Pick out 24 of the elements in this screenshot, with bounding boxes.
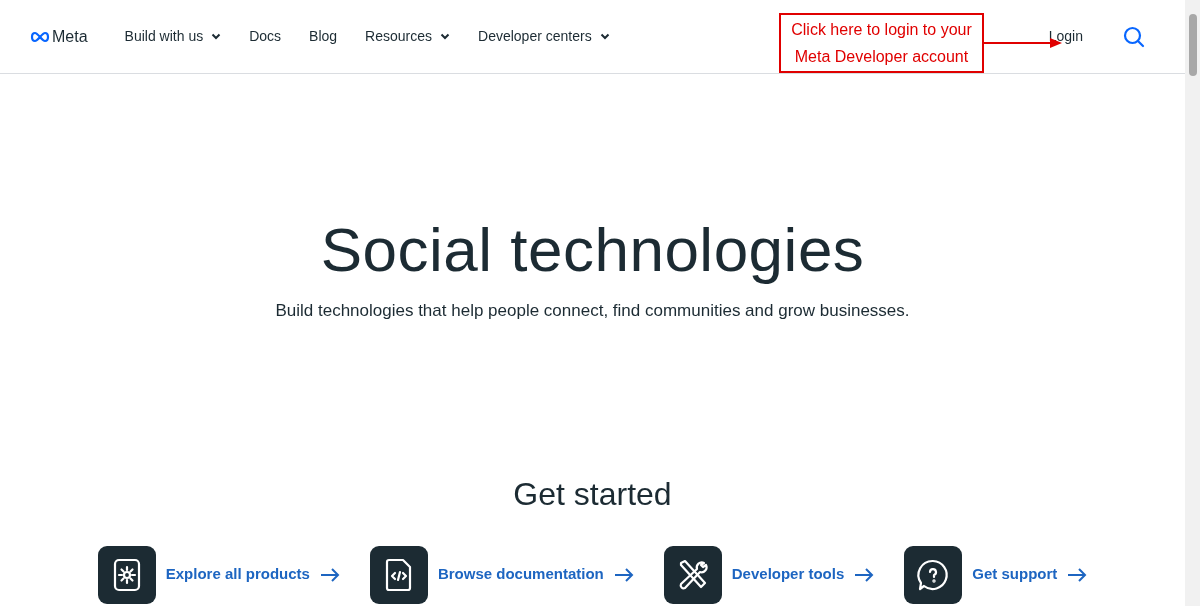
nav-link[interactable]: Docs <box>249 26 282 47</box>
card-link[interactable]: Developer tools <box>731 563 845 586</box>
arrow-right-icon[interactable] <box>613 567 634 582</box>
chevron-icon <box>211 33 222 40</box>
chevron-icon <box>599 33 610 40</box>
card-link[interactable]: Get support <box>972 563 1058 586</box>
logo-text[interactable]: Meta <box>52 24 88 49</box>
section-title: Get started <box>513 474 672 514</box>
nav-link[interactable]: Developer centers <box>478 26 610 47</box>
card-link[interactable]: Browse documentation <box>437 563 604 586</box>
infinity-logo-icon <box>30 30 50 43</box>
nav-link[interactable]: Build with us <box>124 26 222 47</box>
nav-link[interactable]: Blog <box>309 26 338 47</box>
hero-title: Social technologies <box>320 214 865 286</box>
hero-subtitle: Build technologies that help people connect, find communities and grow businesses. <box>275 300 910 322</box>
arrow-right-icon[interactable] <box>854 567 875 582</box>
annotation-callout: Click here to login to your Meta Developer account <box>779 13 984 73</box>
scrollbar-thumb[interactable] <box>1188 14 1197 76</box>
arrow-right-icon[interactable] <box>1067 567 1088 582</box>
search-icon[interactable] <box>1123 25 1145 48</box>
arrow-right-icon[interactable] <box>319 567 340 582</box>
chevron-icon <box>440 33 451 40</box>
card-link[interactable]: Explore all products <box>165 563 310 586</box>
nav-link[interactable]: Resources <box>365 26 451 47</box>
